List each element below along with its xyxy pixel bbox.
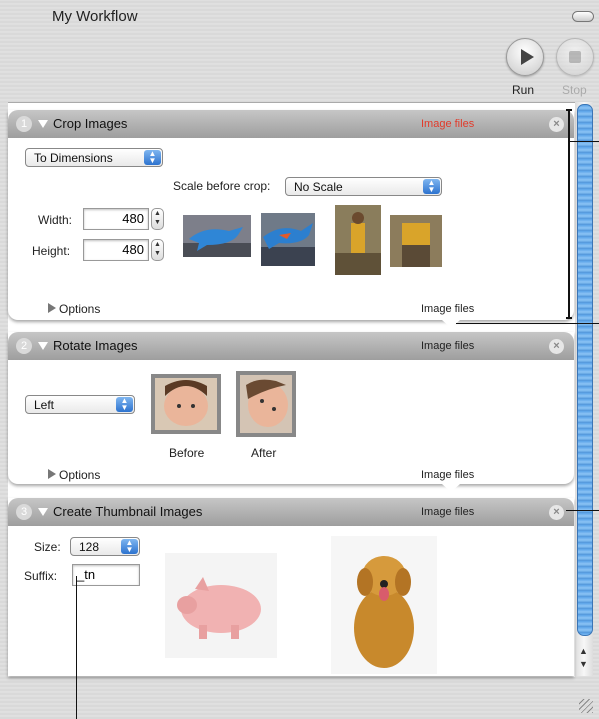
- scale-label: Scale before crop:: [173, 179, 271, 193]
- action-header[interactable]: 1 Crop Images Image files ×: [8, 110, 574, 138]
- run-label: Run: [512, 83, 535, 97]
- action-header[interactable]: 3 Create Thumbnail Images Image files ×: [8, 498, 574, 526]
- before-label: Before: [169, 446, 205, 460]
- run-button[interactable]: [506, 38, 544, 76]
- options-label: Options: [59, 468, 101, 482]
- height-label: Height:: [32, 244, 71, 258]
- action-number: 1: [16, 116, 32, 132]
- window-title: My Workflow: [52, 8, 138, 25]
- callout-line: [566, 510, 599, 511]
- input-type-label: Image files: [421, 340, 475, 352]
- width-field[interactable]: 480: [83, 208, 149, 230]
- scale-value: No Scale: [294, 180, 343, 194]
- vertical-scrollbar[interactable]: ▲ ▼: [575, 102, 593, 676]
- crop-mode-popup[interactable]: To Dimensions ▲ ▼: [25, 148, 163, 167]
- stop-label: Stop: [562, 83, 587, 97]
- connector-notch: [442, 484, 460, 492]
- figure-before-image: [335, 205, 381, 275]
- child-before-image: [151, 374, 221, 434]
- figure-after-image: [390, 215, 442, 267]
- callout-line: [456, 323, 599, 324]
- options-disclosure[interactable]: Options: [48, 302, 100, 316]
- scroll-thumb[interactable]: [577, 104, 593, 636]
- dolphin-after-image: [261, 213, 315, 266]
- action-title: Rotate Images: [53, 338, 138, 353]
- output-type-label: Image files: [421, 469, 475, 481]
- disclosure-triangle-icon[interactable]: [38, 120, 48, 128]
- action-number: 3: [16, 504, 32, 520]
- stop-icon: [569, 51, 581, 63]
- dog-image: [331, 536, 437, 674]
- rotation-direction-popup[interactable]: Left ▲ ▼: [25, 395, 135, 414]
- disclosure-triangle-icon: [48, 303, 56, 313]
- after-label: After: [251, 446, 277, 460]
- width-label: Width:: [38, 213, 73, 227]
- callout-line: [76, 576, 77, 719]
- run-icon: [521, 49, 534, 65]
- action-title: Create Thumbnail Images: [53, 504, 203, 519]
- resize-grip[interactable]: [579, 699, 593, 713]
- scroll-down-arrow[interactable]: ▼: [579, 659, 588, 669]
- input-type-label: Image files: [421, 118, 475, 130]
- callout-bracket-bottom: [566, 317, 572, 319]
- rotation-direction-value: Left: [34, 398, 55, 412]
- popup-arrows-icon: ▲ ▼: [116, 397, 133, 412]
- callout-bracket-top: [566, 109, 572, 111]
- output-type-label: Image files: [421, 303, 475, 315]
- options-disclosure[interactable]: Options: [48, 468, 100, 482]
- close-icon[interactable]: ×: [549, 339, 564, 354]
- dolphin-before-image: [183, 215, 251, 257]
- toolbar-toggle-button[interactable]: [572, 11, 594, 22]
- thumbnail-size-value: 128: [79, 540, 100, 554]
- popup-arrows-icon: ▲ ▼: [144, 150, 161, 165]
- disclosure-triangle-icon: [48, 469, 56, 479]
- close-icon[interactable]: ×: [549, 505, 564, 520]
- action-header[interactable]: 2 Rotate Images Image files ×: [8, 332, 574, 360]
- thumbnail-size-popup[interactable]: 128 ▲ ▼: [70, 537, 140, 556]
- suffix-field[interactable]: _tn: [72, 564, 140, 586]
- popup-arrows-icon: ▲ ▼: [423, 179, 440, 194]
- action-crop-images: 1 Crop Images Image files × To Dimension…: [8, 110, 574, 328]
- stop-button[interactable]: [556, 38, 594, 76]
- action-create-thumbnails: 3 Create Thumbnail Images Image files × …: [8, 498, 574, 676]
- input-type-label: Image files: [421, 506, 475, 518]
- popup-arrows-icon: ▲ ▼: [121, 539, 138, 554]
- action-number: 2: [16, 338, 32, 354]
- scroll-up-arrow[interactable]: ▲: [579, 646, 588, 656]
- options-label: Options: [59, 302, 101, 316]
- close-icon[interactable]: ×: [549, 117, 564, 132]
- disclosure-triangle-icon[interactable]: [38, 508, 48, 516]
- child-after-image: [236, 371, 296, 437]
- height-field[interactable]: 480: [83, 239, 149, 261]
- width-stepper[interactable]: ▲ ▼: [151, 208, 164, 230]
- action-rotate-images: 2 Rotate Images Image files × Left ▲ ▼ Be…: [8, 332, 574, 492]
- suffix-label: Suffix:: [24, 569, 58, 583]
- action-title: Crop Images: [53, 116, 128, 131]
- crop-mode-value: To Dimensions: [34, 151, 113, 165]
- connector-notch: [442, 320, 460, 328]
- workflow-window: My Workflow Run Stop ▲ ▼ 1 Crop Images I…: [0, 0, 599, 719]
- scale-popup[interactable]: No Scale ▲ ▼: [285, 177, 442, 196]
- piggy-bank-image: [165, 553, 277, 658]
- disclosure-triangle-icon[interactable]: [38, 342, 48, 350]
- callout-line: [570, 141, 599, 142]
- size-label: Size:: [34, 540, 61, 554]
- height-stepper[interactable]: ▲ ▼: [151, 239, 164, 261]
